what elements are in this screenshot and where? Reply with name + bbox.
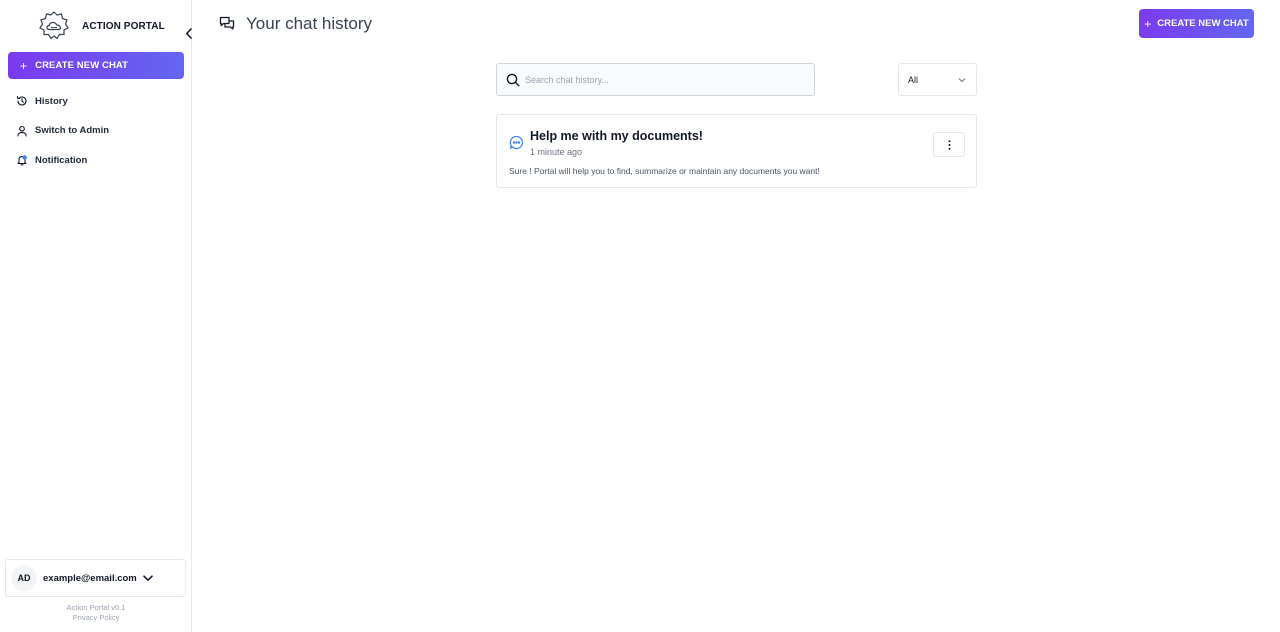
- history-icon: [16, 96, 27, 106]
- sidebar-item-label: Notification: [35, 154, 88, 166]
- page-header: Your chat history: [219, 14, 372, 34]
- brand-name: ACTION PORTAL: [82, 20, 165, 32]
- more-vertical-icon: [948, 139, 950, 150]
- bell-icon: [17, 155, 27, 166]
- sidebar-item-notification[interactable]: Notification: [16, 153, 109, 167]
- chat-list-item[interactable]: Help me with my documents! 1 minute ago …: [496, 114, 977, 188]
- chat-more-options-button[interactable]: [933, 132, 965, 157]
- filter-selected-value: All: [908, 74, 919, 85]
- chevron-down-icon: [142, 574, 153, 581]
- sidebar: ACTION PORTAL + CREATE NEW CHAT History …: [0, 0, 192, 632]
- plus-icon: +: [20, 58, 28, 73]
- search-icon: [506, 73, 520, 86]
- user-icon: [17, 125, 27, 137]
- chevron-left-icon: [186, 27, 192, 39]
- filter-select[interactable]: All: [898, 63, 977, 96]
- brand[interactable]: ACTION PORTAL: [38, 10, 165, 42]
- sidebar-item-switch-to-admin[interactable]: Switch to Admin: [16, 124, 109, 138]
- app-version: Action Portal v0.1: [66, 603, 126, 612]
- privacy-policy-link[interactable]: Privacy Policy: [0, 613, 192, 623]
- search-box: [496, 63, 815, 96]
- sidebar-create-new-chat-label: CREATE NEW CHAT: [35, 60, 129, 71]
- avatar: AD: [11, 565, 37, 591]
- sidebar-create-new-chat-button[interactable]: + CREATE NEW CHAT: [8, 52, 184, 79]
- sidebar-footer: Action Portal v0.1 Privacy Policy: [0, 603, 192, 623]
- page-title: Your chat history: [246, 14, 372, 33]
- plus-icon: +: [1144, 16, 1152, 31]
- sidebar-item-label: Switch to Admin: [35, 125, 110, 136]
- search-input[interactable]: [525, 74, 805, 85]
- sidebar-item-history[interactable]: History: [16, 94, 109, 108]
- chat-bubble-icon: [509, 135, 524, 150]
- chat-bubbles-icon: [219, 16, 235, 30]
- user-menu[interactable]: AD example@email.com: [5, 559, 186, 597]
- user-email: example@email.com: [43, 572, 137, 584]
- brand-logo-icon: [39, 11, 69, 40]
- header-create-new-chat-label: CREATE NEW CHAT: [1157, 18, 1249, 29]
- chat-preview: Sure ! Portal will help you to find, sum…: [509, 166, 820, 176]
- sidebar-item-label: History: [35, 95, 68, 107]
- collapse-sidebar-button[interactable]: [182, 26, 196, 40]
- chat-title: Help me with my documents!: [530, 129, 703, 143]
- header-create-new-chat-button[interactable]: + CREATE NEW CHAT: [1139, 9, 1254, 38]
- chat-timestamp: 1 minute ago: [530, 147, 583, 157]
- sidebar-nav: History Switch to Admin Notification: [16, 94, 109, 183]
- chevron-down-icon: [958, 77, 966, 82]
